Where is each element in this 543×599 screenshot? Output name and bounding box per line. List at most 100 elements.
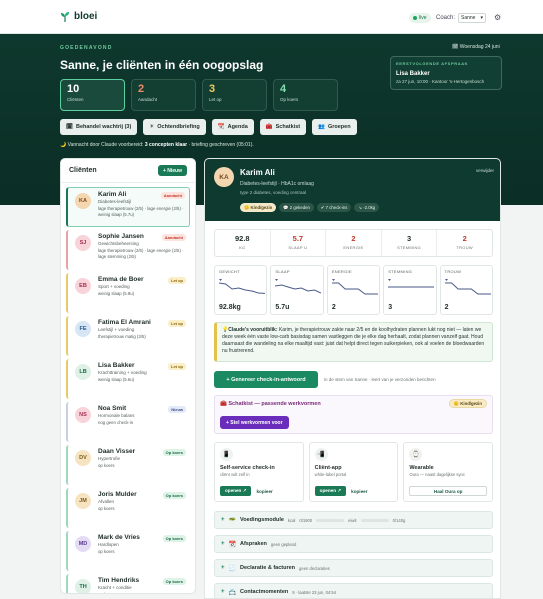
queue-icon: 🗓 [66, 124, 73, 130]
next-appointment-name: Lisa Bakker [396, 71, 430, 77]
plus-icon: + [221, 589, 225, 595]
chip-weight-change[interactable]: ↘ -2.0kg [354, 203, 380, 212]
open-button[interactable]: openen ↗ [220, 486, 252, 496]
prep-bold[interactable]: 3 concepten klaar [145, 142, 187, 148]
next-appointment-card[interactable]: EERSTVOLGENDE AFSPRAAK Lisa Bakker za 27… [390, 56, 502, 90]
client-list-item[interactable]: DV Daan Visser Hypertrofie op koers Op koers [66, 445, 190, 485]
sprout-icon [61, 12, 69, 22]
section-nutrition[interactable]: + 🥗 Voedingsmodule kcal 0/1900 eiwit 0/1… [214, 511, 493, 529]
top-bar: bloei live Coach: Sanne ▾ ⚙ [0, 0, 543, 34]
chip-checkins[interactable]: ✔ 7 check-ins [316, 203, 352, 212]
suggest-worksheets-button[interactable]: + Stel werkvormen voor [220, 416, 289, 429]
generate-hint: in de stem van Sanne · leert van je verz… [324, 377, 436, 382]
client-program: Sport + voeding [98, 284, 130, 289]
stat-clients[interactable]: 10 Cliënten [60, 79, 125, 111]
sparkline-chart [388, 279, 435, 288]
groups-button[interactable]: 👥 Groepen [312, 119, 357, 135]
copy-link[interactable]: kopieer [351, 489, 367, 494]
section-meta: geen gepland [270, 541, 297, 547]
fetch-oura-button[interactable]: Haal Oura op [409, 486, 488, 496]
sparkline-line [219, 282, 265, 294]
client-list-item[interactable]: SJ Sophie Jansen Gewichtsbeheersing lage th… [66, 230, 190, 270]
avatar: LB [75, 364, 91, 380]
settings-gear-icon[interactable]: ⚙ [494, 14, 502, 22]
client-signals: lage therapietrouw (2/5) · lage energie … [98, 206, 184, 217]
stat-watch[interactable]: 3 Let op [202, 79, 267, 111]
metric-adherence: 2 TROUW [437, 230, 492, 256]
client-list-item[interactable]: MD Mark de Vries Hardlopen op koers Op koers [66, 531, 190, 571]
toolkit-title: 🧰 Schatkist — passende werkvormen [220, 401, 321, 407]
agenda-button[interactable]: 📆 Agenda [211, 119, 254, 135]
client-program: Gewichtsbeheersing [98, 241, 139, 246]
section-meta: 0/1900 [299, 517, 313, 523]
chip-messages[interactable]: 💬 2 gekeden [279, 203, 314, 212]
metric-label: STEMMING [397, 245, 422, 250]
client-list-item[interactable]: NS Noa Smit Hormonale balans nog geen check… [66, 402, 190, 442]
open-button[interactable]: openen ↗ [314, 486, 347, 496]
stat-attention[interactable]: 2 Aandacht [131, 79, 196, 111]
coach-select[interactable]: Sanne ▾ [458, 13, 486, 23]
sparkline-value: 5.7u [275, 304, 290, 311]
app-logo[interactable]: bloei [60, 11, 97, 22]
client-list-item[interactable]: EB Emma de Boer Sport + voeding weinig slaa… [66, 273, 190, 313]
stat-caption: Op koers [280, 97, 299, 102]
client-signals: lage therapietrouw (2/5) · lage energie … [98, 248, 184, 259]
metric-value: 2 [462, 234, 467, 243]
sparkline-chart [444, 279, 491, 295]
contact-card-icon: 📇 [228, 589, 236, 596]
tools-row: 📱 Self-service check-in cliënt vult zelf… [214, 442, 494, 502]
clients-panel-header: Cliënten + Nieuw [61, 159, 195, 183]
prep-suffix: · briefing geschreven (05:01). [187, 142, 254, 148]
avatar: DV [75, 450, 91, 466]
client-list-item[interactable]: JM Joris Mulder Afvallen op koers Op koers [66, 488, 190, 528]
metric-value: 5.7 [292, 234, 304, 243]
triangle-marker-icon [331, 279, 335, 281]
sparkline-card: ENERGIE 2 [326, 265, 381, 315]
delete-client-link[interactable]: verwijder [476, 168, 494, 173]
generate-checkin-reply-button[interactable]: + Genereer check-in-antwoord [214, 371, 318, 388]
action-label: Ochtendbriefing [157, 124, 200, 130]
status-badge: Op koers [162, 578, 186, 585]
sparkline-label: ENERGIE [331, 269, 352, 274]
status-badge: Op koers [162, 492, 186, 499]
metric-sleep: 5.7 SLAAP U [271, 230, 327, 256]
client-list-item[interactable]: THTim HendriksKracht + conditieop koersO… [66, 574, 190, 593]
next-appointment-when: za 27 jun, 10:00 · Kantoor 's-Hertogenbo… [396, 79, 485, 84]
live-status-badge: live [409, 13, 431, 23]
client-name: Karim Ali [240, 168, 275, 177]
live-dot-icon [413, 16, 417, 20]
section-appointments[interactable]: + 📆 Afspraken geen gepland [214, 535, 493, 553]
chevron-down-icon: ▾ [480, 15, 483, 21]
stat-on-track[interactable]: 4 Op koers [273, 79, 338, 111]
sparkline-chart [331, 279, 378, 295]
chip-kind-family[interactable]: 🙂 Kind/gezin [240, 203, 277, 212]
status-badge: Op koers [162, 535, 186, 542]
calendar-icon: 🗓 [452, 44, 459, 50]
sparkline-value: 2 [444, 304, 449, 311]
client-list-item[interactable]: KA Karim Ali Diabetes-leefstijl lage therap… [66, 187, 190, 227]
greeting-kicker: GOEDENAVOND [60, 45, 113, 51]
client-list-item[interactable]: LB Lisa Bakker Krachttraining + voeding wei… [66, 359, 190, 399]
action-label: Agenda [227, 124, 248, 130]
metric-label: ENERGIE [343, 245, 364, 250]
toolkit-kind-badge[interactable]: 🙂 Kind/gezin [448, 399, 487, 408]
client-detail-card: KA Karim Ali Diabetes-leefstijl · HbA1c … [204, 158, 501, 599]
client-program: Hypertrofie [98, 456, 121, 461]
section-contact-moments[interactable]: + 📇 Contactmomenten 9 · laatste 23 jun, … [214, 583, 493, 598]
triangle-marker-icon [219, 279, 222, 281]
morning-briefing-button[interactable]: ☀ Ochtendbriefing [143, 119, 206, 135]
copy-link[interactable]: kopieer [256, 489, 272, 494]
client-program: Hormonale balans [98, 413, 135, 418]
new-client-button[interactable]: + Nieuw [157, 165, 187, 176]
queue-button[interactable]: 🗓 Behandel wachtrij (3) [60, 119, 138, 135]
toolkit-button[interactable]: 🧰 Schatkist [259, 119, 307, 135]
metric-weight: 92.8 KG [215, 230, 271, 256]
client-list-item[interactable]: FE Fatima El Amrani Leefstijl + voeding the… [66, 316, 190, 356]
section-billing[interactable]: + 🧾 Declaratie & facturen geen declarati… [214, 559, 493, 577]
sparkline-label: GEWICHT [219, 269, 240, 274]
avatar: KA [75, 193, 91, 209]
section-meta: eiwit [348, 517, 357, 523]
status-badge: Let op [168, 277, 186, 284]
status-badge: Let op [168, 320, 186, 327]
action-label: Behandel wachtrij (3) [75, 124, 132, 130]
